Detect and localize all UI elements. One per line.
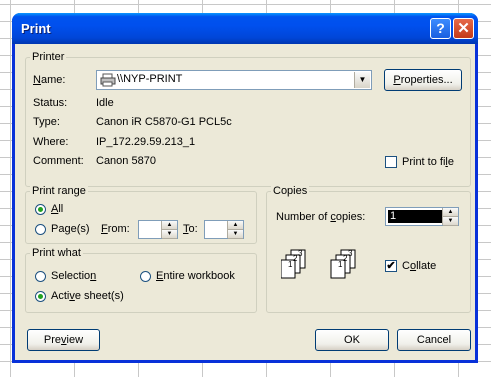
- window-title: Print: [21, 21, 51, 36]
- from-label: From:: [101, 223, 130, 235]
- chevron-down-icon[interactable]: ▼: [354, 72, 370, 88]
- to-label: To:: [183, 223, 198, 235]
- number-of-copies-label: Number of copies:: [276, 211, 366, 223]
- entire-workbook-label: Entire workbook: [156, 270, 235, 282]
- collate-page-number: 1: [288, 260, 293, 269]
- printer-name-value: \\NYP-PRINT: [117, 73, 183, 85]
- from-spinner[interactable]: ▲ ▼: [138, 220, 178, 239]
- print-to-file-checkbox[interactable]: [385, 156, 397, 168]
- spin-down-icon[interactable]: ▼: [162, 230, 177, 239]
- number-of-copies-spinner[interactable]: 1 ▲ ▼: [385, 207, 459, 226]
- where-label: Where:: [33, 136, 69, 148]
- collate-page-number: 3: [348, 249, 353, 258]
- to-spinner[interactable]: ▲ ▼: [204, 220, 244, 239]
- comment-label: Comment:: [33, 155, 84, 167]
- spin-up-icon[interactable]: ▲: [162, 221, 177, 230]
- spin-down-icon[interactable]: ▼: [228, 230, 243, 239]
- collate-page-number: 1: [338, 260, 343, 269]
- properties-button[interactable]: Properties...: [384, 69, 462, 91]
- ok-button[interactable]: OK: [315, 329, 389, 351]
- close-button[interactable]: ✕: [453, 18, 474, 39]
- help-button[interactable]: ?: [430, 18, 451, 39]
- title-bar[interactable]: Print ? ✕: [12, 13, 478, 44]
- collate-label: Collate: [402, 260, 437, 272]
- pages-label: Page(s): [51, 223, 90, 235]
- type-value: Canon iR C5870-G1 PCL5c: [96, 116, 232, 128]
- print-what-group-label: Print what: [30, 247, 83, 259]
- number-of-copies-value: 1: [388, 210, 442, 223]
- from-spin-buttons: ▲ ▼: [161, 221, 177, 239]
- entire-workbook-radio[interactable]: [140, 271, 151, 282]
- print-dialog: Print ? ✕ Printer Name: \\NYP-PRINT ▼ Pr…: [12, 13, 478, 363]
- active-sheets-label: Active sheet(s): [51, 290, 124, 302]
- to-spin-buttons: ▲ ▼: [227, 221, 243, 239]
- status-label: Status:: [33, 97, 68, 109]
- print-range-group: Print range All Page(s) From: ▲ ▼ To: ▲ …: [25, 185, 257, 244]
- spin-up-icon[interactable]: ▲: [228, 221, 243, 230]
- copies-group: Copies Number of copies: 1 ▲ ▼ 3 2 1 3 2…: [266, 185, 471, 313]
- type-label: Type:: [33, 116, 60, 128]
- cancel-button[interactable]: Cancel: [397, 329, 471, 351]
- where-value: IP_172.29.59.213_1: [96, 136, 196, 148]
- selection-label: Selection: [51, 270, 97, 282]
- collate-page-number: 3: [298, 249, 303, 258]
- selection-radio[interactable]: [35, 271, 46, 282]
- preview-button[interactable]: Preview: [27, 329, 100, 351]
- printer-group: Printer Name: \\NYP-PRINT ▼ Properties..…: [25, 51, 471, 187]
- pages-radio[interactable]: [35, 224, 46, 235]
- copies-group-label: Copies: [271, 185, 310, 197]
- collate-page-number: 2: [343, 254, 348, 263]
- printer-name-dropdown[interactable]: \\NYP-PRINT ▼: [96, 70, 372, 90]
- spin-down-icon[interactable]: ▼: [443, 217, 458, 226]
- active-sheets-radio[interactable]: [35, 291, 46, 302]
- copies-spin-buttons: ▲ ▼: [442, 208, 458, 226]
- printer-icon: [100, 73, 116, 90]
- spin-up-icon[interactable]: ▲: [443, 208, 458, 217]
- all-radio[interactable]: [35, 204, 46, 215]
- print-to-file-label: Print to file: [402, 156, 454, 168]
- print-range-group-label: Print range: [30, 185, 88, 197]
- comment-value: Canon 5870: [96, 155, 156, 167]
- all-label: All: [51, 203, 64, 215]
- collate-pages-icon: 3 2 1 3 2 1: [280, 248, 365, 291]
- collate-page-number: 2: [293, 254, 298, 263]
- printer-group-label: Printer: [30, 51, 67, 63]
- name-label: Name:: [33, 74, 66, 86]
- status-value: Idle: [96, 97, 114, 109]
- print-what-group: Print what Selection Entire workbook Act…: [25, 247, 257, 313]
- collate-checkbox[interactable]: ✔: [385, 260, 397, 272]
